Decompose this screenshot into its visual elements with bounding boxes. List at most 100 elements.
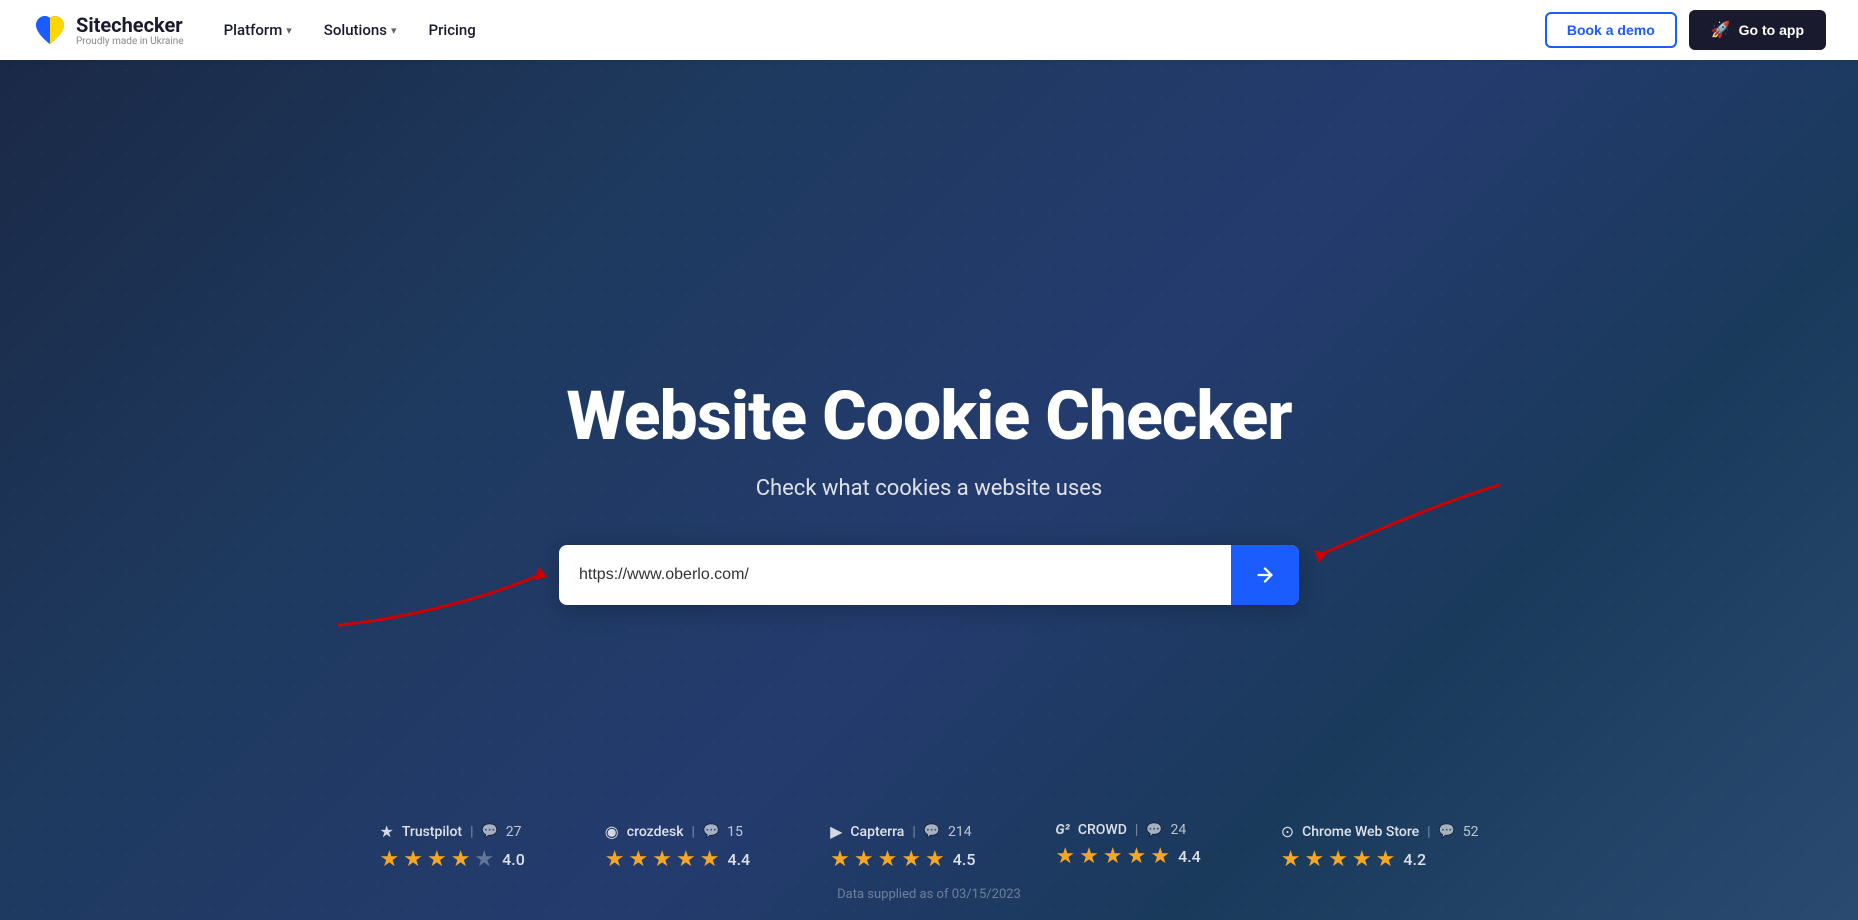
trustpilot-divider: |	[470, 824, 473, 840]
hero-section: Website Cookie Checker Check what cookie…	[0, 0, 1858, 920]
capterra-score: 4.5	[953, 850, 976, 869]
trustpilot-count: 27	[506, 824, 522, 840]
solutions-chevron: ▾	[391, 24, 397, 37]
star-2: ★	[1079, 844, 1099, 869]
crozdesk-review-icon: 💬	[703, 824, 719, 839]
chrome-count: 52	[1463, 824, 1479, 840]
g2crowd-name: CROWD	[1078, 822, 1127, 838]
chrome-score: 4.2	[1403, 850, 1426, 869]
star-half: ★	[451, 847, 471, 872]
rating-crozdesk: ◉ crozdesk | 💬 15 ★ ★ ★ ★ ★ 4.4	[605, 822, 750, 872]
star-half: ★	[700, 847, 720, 872]
logo-name: Sitechecker	[76, 14, 184, 36]
trustpilot-icon: ★	[379, 822, 393, 841]
star-4: ★	[901, 847, 921, 872]
nav-link-platform[interactable]: Platform ▾	[224, 21, 292, 39]
logo-tagline: Proudly made in Ukraine	[76, 36, 184, 47]
rating-trustpilot: ★ Trustpilot | 💬 27 ★ ★ ★ ★ ★ 4.0	[379, 822, 524, 872]
star-half: ★	[1376, 847, 1396, 872]
star-2: ★	[403, 847, 423, 872]
capterra-review-icon: 💬	[924, 824, 940, 839]
rating-capterra: ▶ Capterra | 💬 214 ★ ★ ★ ★ ★ 4.5	[830, 822, 975, 872]
star-2: ★	[1304, 847, 1324, 872]
crozdesk-stars: ★ ★ ★ ★ ★ 4.4	[605, 847, 750, 872]
search-box	[559, 545, 1299, 605]
star-4: ★	[1127, 844, 1147, 869]
search-submit-button[interactable]	[1231, 545, 1299, 605]
star-half: ★	[925, 847, 945, 872]
logo[interactable]: Sitechecker Proudly made in Ukraine	[32, 12, 184, 48]
crozdesk-divider: |	[692, 824, 695, 840]
go-to-app-label: Go to app	[1739, 22, 1804, 38]
nav-link-solutions[interactable]: Solutions ▾	[324, 21, 397, 39]
chrome-divider: |	[1427, 824, 1430, 840]
crozdesk-icon: ◉	[605, 822, 619, 841]
rating-g2crowd: G² CROWD | 💬 24 ★ ★ ★ ★ ★ 4.4	[1055, 822, 1200, 869]
nav-item-pricing[interactable]: Pricing	[429, 21, 476, 39]
trustpilot-header: ★ Trustpilot | 💬 27	[379, 822, 521, 841]
g2crowd-icon: G²	[1055, 822, 1069, 838]
crozdesk-name: crozdesk	[627, 824, 684, 840]
platform-chevron: ▾	[286, 24, 292, 37]
nav-item-solutions[interactable]: Solutions ▾	[324, 21, 397, 39]
nav-link-pricing[interactable]: Pricing	[429, 21, 476, 39]
star-2: ★	[629, 847, 649, 872]
data-note: Data supplied as of 03/15/2023	[0, 887, 1858, 902]
star-4: ★	[676, 847, 696, 872]
go-to-app-button[interactable]: 🚀 Go to app	[1689, 10, 1826, 50]
platform-label: Platform	[224, 21, 283, 39]
star-2: ★	[854, 847, 874, 872]
search-wrapper	[559, 545, 1299, 605]
ratings-section: ★ Trustpilot | 💬 27 ★ ★ ★ ★ ★ 4.0 ◉ croz…	[0, 822, 1858, 872]
star-1: ★	[605, 847, 625, 872]
g2crowd-stars: ★ ★ ★ ★ ★ 4.4	[1055, 844, 1200, 869]
trustpilot-stars: ★ ★ ★ ★ ★ 4.0	[379, 847, 524, 872]
g2crowd-review-icon: 💬	[1146, 823, 1162, 838]
capterra-name: Capterra	[850, 824, 904, 840]
g2crowd-header: G² CROWD | 💬 24	[1055, 822, 1186, 838]
chrome-name: Chrome Web Store	[1302, 824, 1419, 840]
capterra-header: ▶ Capterra | 💬 214	[830, 822, 971, 841]
star-1: ★	[379, 847, 399, 872]
star-3: ★	[427, 847, 447, 872]
navbar-left: Sitechecker Proudly made in Ukraine Plat…	[32, 12, 476, 48]
url-search-input[interactable]	[559, 548, 1231, 602]
star-3: ★	[652, 847, 672, 872]
hero-subtitle: Check what cookies a website uses	[756, 476, 1103, 501]
trustpilot-review-icon: 💬	[482, 824, 498, 839]
book-demo-button[interactable]: Book a demo	[1545, 12, 1677, 48]
star-3: ★	[1103, 844, 1123, 869]
g2crowd-divider: |	[1135, 822, 1138, 838]
star-4: ★	[1352, 847, 1372, 872]
chrome-header: ⊙ Chrome Web Store | 💬 52	[1281, 822, 1479, 841]
chrome-stars: ★ ★ ★ ★ ★ 4.2	[1281, 847, 1426, 872]
rating-chrome-webstore: ⊙ Chrome Web Store | 💬 52 ★ ★ ★ ★ ★ 4.2	[1281, 822, 1479, 872]
crozdesk-score: 4.4	[727, 850, 750, 869]
g2crowd-score: 4.4	[1178, 847, 1201, 866]
star-half: ★	[1150, 844, 1170, 869]
hero-title: Website Cookie Checker	[566, 376, 1291, 456]
rocket-icon: 🚀	[1711, 20, 1731, 40]
navbar-right: Book a demo 🚀 Go to app	[1545, 10, 1826, 50]
logo-text: Sitechecker Proudly made in Ukraine	[76, 14, 184, 47]
crozdesk-header: ◉ crozdesk | 💬 15	[605, 822, 743, 841]
chrome-review-icon: 💬	[1439, 824, 1455, 839]
nav-links: Platform ▾ Solutions ▾ Pricing	[224, 21, 476, 39]
star-3: ★	[1328, 847, 1348, 872]
capterra-icon: ▶	[830, 822, 842, 841]
hero-content: Website Cookie Checker Check what cookie…	[0, 376, 1858, 605]
arrow-right-indicator	[1309, 475, 1509, 585]
g2crowd-count: 24	[1170, 822, 1186, 838]
capterra-stars: ★ ★ ★ ★ ★ 4.5	[830, 847, 975, 872]
capterra-count: 214	[948, 824, 972, 840]
star-3: ★	[878, 847, 898, 872]
nav-item-platform[interactable]: Platform ▾	[224, 21, 292, 39]
capterra-divider: |	[912, 824, 915, 840]
navbar: Sitechecker Proudly made in Ukraine Plat…	[0, 0, 1858, 60]
trustpilot-score: 4.0	[502, 850, 525, 869]
star-1: ★	[1055, 844, 1075, 869]
star-1: ★	[830, 847, 850, 872]
solutions-label: Solutions	[324, 21, 387, 39]
crozdesk-count: 15	[727, 824, 743, 840]
arrow-left-indicator	[329, 545, 549, 635]
